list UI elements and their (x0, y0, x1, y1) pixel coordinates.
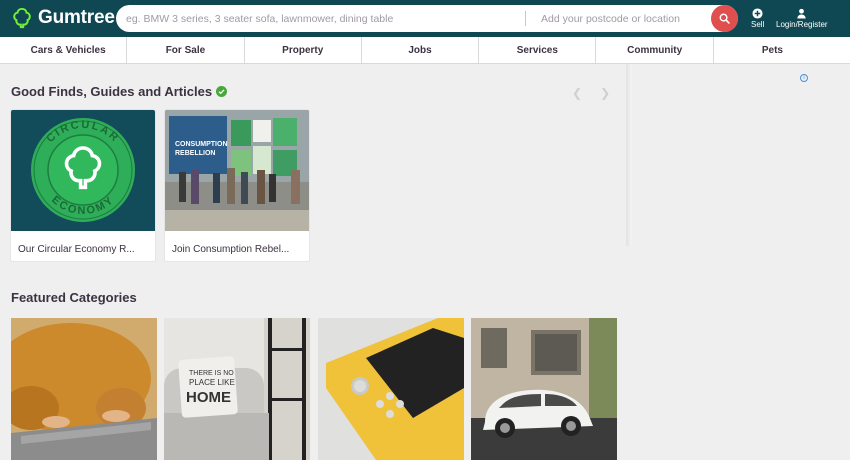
good-finds-heading: Good Finds, Guides and Articles (11, 84, 228, 99)
search-bar (116, 5, 738, 32)
ad-info-icon[interactable]: i (800, 74, 808, 82)
gumtree-logo[interactable]: Gumtree (11, 7, 115, 29)
carousel-prev-icon[interactable]: ❮ (572, 86, 582, 100)
article-card-caption: Our Circular Economy R... (18, 244, 135, 255)
nav-item-jobs[interactable]: Jobs (362, 37, 480, 63)
search-divider (525, 11, 526, 26)
nav-item-for-sale[interactable]: For Sale (127, 37, 245, 63)
article-card[interactable]: CIRCULAR ECONOMY Our Circular Economy R.… (11, 110, 155, 261)
svg-text:PLACE LIKE: PLACE LIKE (189, 378, 235, 387)
search-button[interactable] (711, 5, 738, 32)
category-tile-gaming[interactable] (318, 318, 464, 460)
sell-label: Sell (751, 20, 765, 29)
user-icon (797, 8, 806, 19)
top-header: Gumtree Sell Login/Register (0, 0, 850, 37)
sell-button[interactable]: Sell (751, 8, 764, 29)
featured-categories-title: Featured Categories (11, 290, 137, 305)
svg-text:HOME: HOME (186, 389, 231, 406)
svg-text:CONSUMPTION: CONSUMPTION (175, 141, 228, 148)
nav-item-property[interactable]: Property (245, 37, 362, 63)
search-icon (719, 13, 730, 24)
article-card-caption: Join Consumption Rebel... (172, 244, 290, 255)
category-tile-home[interactable]: THERE IS NO PLACE LIKE HOME (164, 318, 310, 460)
tree-logo-icon (13, 7, 31, 29)
login-register-button[interactable]: Login/Register (776, 8, 828, 29)
svg-text:REBELLION: REBELLION (175, 150, 215, 157)
nav-item-cars-vehicles[interactable]: Cars & Vehicles (10, 37, 128, 63)
verified-check-icon (216, 86, 228, 97)
carousel-next-icon[interactable]: ❯ (600, 86, 610, 100)
featured-categories-heading: Featured Categories (11, 290, 137, 305)
svg-text:THERE IS NO: THERE IS NO (189, 370, 234, 377)
location-input[interactable] (541, 5, 706, 32)
car-photo (471, 318, 617, 460)
login-register-label: Login/Register (776, 20, 828, 29)
nav-item-community[interactable]: Community (596, 37, 714, 63)
category-nav: Cars & Vehicles For Sale Property Jobs S… (0, 37, 850, 64)
search-input[interactable] (126, 5, 521, 32)
laptop-photo (11, 318, 157, 460)
nav-item-services[interactable]: Services (479, 37, 597, 63)
circular-economy-image: CIRCULAR ECONOMY (11, 110, 155, 231)
category-tile-laptop[interactable] (11, 318, 157, 460)
category-tile-cars[interactable] (471, 318, 617, 460)
carousel-arrows: ❮ ❯ (572, 86, 610, 100)
article-card[interactable]: CONSUMPTION REBELLION Join Consumption R… (165, 110, 309, 261)
console-photo (318, 318, 464, 460)
brand-name: Gumtree (38, 7, 115, 28)
column-divider (626, 64, 632, 246)
good-finds-title: Good Finds, Guides and Articles (11, 84, 213, 99)
cushion-photo: THERE IS NO PLACE LIKE HOME (164, 318, 310, 460)
consumption-rebellion-image: CONSUMPTION REBELLION (165, 110, 309, 231)
plus-circle-icon (752, 8, 763, 19)
nav-item-pets[interactable]: Pets (714, 37, 831, 63)
